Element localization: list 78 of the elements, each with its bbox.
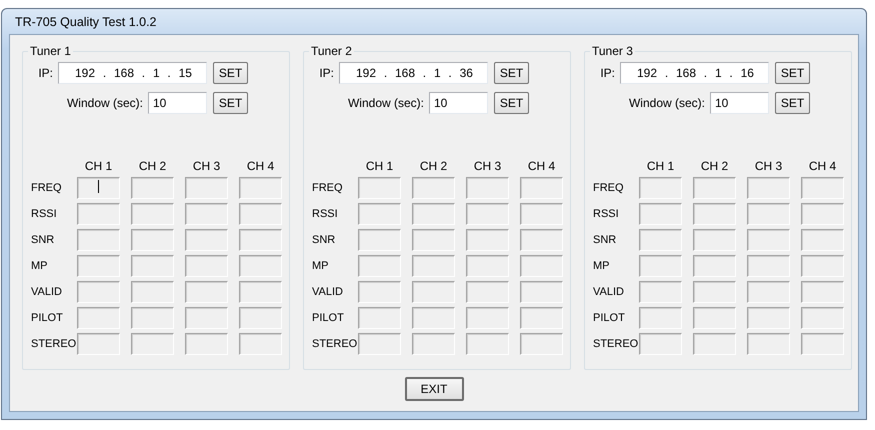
- ip-address-field[interactable]: 192 . 168 . 1 . 15: [58, 62, 207, 84]
- column-header: CH 3: [754, 159, 784, 173]
- ip-octet: 1: [714, 66, 722, 80]
- row-label: VALID: [31, 286, 63, 298]
- row-label: PILOT: [593, 312, 626, 324]
- ip-octet: 36: [460, 66, 473, 80]
- column-header: CH 1: [364, 159, 394, 173]
- text-cursor: [98, 180, 99, 192]
- row-label: STEREO: [593, 338, 639, 350]
- column-header: CH 4: [808, 159, 838, 173]
- ip-octet: 168: [114, 66, 134, 80]
- row-label: PILOT: [312, 312, 345, 324]
- row-label: PILOT: [31, 312, 64, 324]
- row-label: SNR: [31, 234, 56, 246]
- ip-octet: 192: [75, 66, 96, 80]
- set-button[interactable]: SET: [775, 92, 810, 114]
- field-label: Window (sec):: [628, 96, 705, 110]
- column-header: CH 4: [526, 159, 556, 173]
- row-label: SNR: [593, 234, 618, 246]
- field-label: IP:: [319, 66, 334, 80]
- ip-octet: 16: [740, 66, 754, 80]
- row-label: RSSI: [593, 208, 620, 220]
- ip-address-field[interactable]: 192 . 168 . 1 . 16: [620, 62, 769, 84]
- ip-octet: 192: [637, 66, 658, 80]
- row-label: RSSI: [312, 208, 339, 220]
- octet-separator: .: [384, 66, 388, 80]
- set-button[interactable]: SET: [775, 62, 810, 84]
- row-label: MP: [312, 260, 330, 272]
- row-label: MP: [593, 260, 610, 272]
- row-label: SNR: [312, 234, 336, 246]
- window-field[interactable]: 10: [710, 92, 769, 114]
- row-label: STEREO: [31, 338, 77, 350]
- column-header: CH 2: [700, 159, 730, 173]
- ip-octet: 15: [178, 66, 192, 80]
- field-label: Window (sec):: [348, 96, 424, 110]
- octet-separator: .: [422, 66, 426, 80]
- column-header: CH 1: [84, 159, 114, 173]
- row-label: STEREO: [312, 338, 358, 350]
- ip-octet: 168: [394, 66, 415, 80]
- row-label: FREQ: [312, 182, 344, 194]
- octet-separator: .: [664, 66, 668, 80]
- set-button[interactable]: SET: [494, 62, 529, 84]
- set-button[interactable]: SET: [213, 92, 248, 114]
- field-label: IP:: [600, 66, 615, 80]
- ip-octet: 168: [676, 66, 696, 80]
- group-title: Tuner 1: [29, 44, 72, 58]
- ip-octet: 192: [356, 66, 376, 80]
- row-label: RSSI: [31, 208, 58, 220]
- ip-octet: 1: [434, 66, 441, 80]
- column-header: CH 3: [192, 159, 222, 173]
- column-header: CH 1: [646, 159, 676, 173]
- column-header: CH 4: [246, 159, 276, 173]
- octet-separator: .: [102, 66, 106, 80]
- ip-address-field[interactable]: 192 . 168 . 1 . 36: [339, 62, 488, 84]
- field-label: Window (sec):: [66, 96, 143, 110]
- ip-octet: 1: [152, 66, 160, 80]
- row-label: VALID: [593, 286, 625, 298]
- group-title: Tuner 2: [310, 44, 353, 58]
- set-button[interactable]: SET: [494, 92, 529, 114]
- row-label: FREQ: [31, 182, 63, 194]
- row-label: FREQ: [593, 182, 625, 194]
- octet-separator: .: [167, 66, 171, 80]
- window-title: TR-705 Quality Test 1.0.2: [15, 14, 157, 28]
- window-field[interactable]: 10: [148, 92, 207, 114]
- column-header: CH 2: [138, 159, 168, 173]
- window-field[interactable]: 10: [429, 92, 488, 114]
- set-button[interactable]: SET: [213, 62, 248, 84]
- group-title: Tuner 3: [591, 44, 634, 58]
- octet-separator: .: [448, 66, 452, 80]
- row-label: MP: [31, 260, 48, 272]
- field-label: IP:: [38, 66, 53, 80]
- column-header: CH 2: [418, 159, 448, 173]
- octet-separator: .: [729, 66, 733, 80]
- exit-button[interactable]: EXIT: [404, 377, 464, 401]
- row-label: VALID: [312, 286, 344, 298]
- octet-separator: .: [704, 66, 708, 80]
- octet-separator: .: [142, 66, 146, 80]
- column-header: CH 3: [472, 159, 502, 173]
